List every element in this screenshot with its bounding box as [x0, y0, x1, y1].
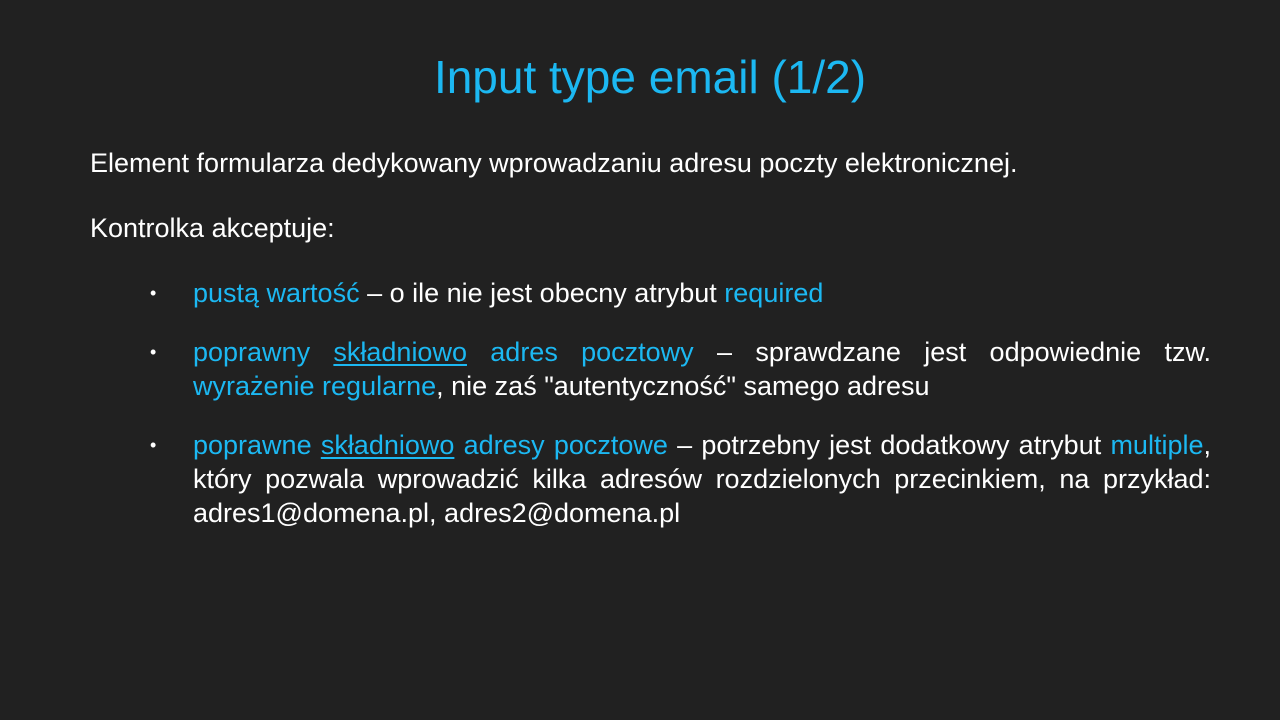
list-item-valid-address: poprawny składniowo adres pocztowy – spr…	[150, 335, 1212, 403]
term-valid-address-c: adres pocztowy	[466, 337, 694, 367]
term-syntactically-link[interactable]: składniowo	[321, 430, 455, 460]
term-syntactically-link[interactable]: składniowo	[333, 337, 467, 367]
bullet-text: , nie zaś "autentyczność" samego adresu	[436, 371, 930, 401]
accepted-values-list: pustą wartość – o ile nie jest obecny at…	[150, 276, 1212, 530]
term-valid-address-a: poprawny	[193, 337, 334, 367]
slide-title: Input type email (1/2)	[433, 51, 867, 103]
slide: Input type email (1/2) Element formularz…	[0, 0, 1280, 720]
bullet-text: – sprawdzane jest odpowiednie tzw.	[693, 337, 1212, 367]
attr-multiple: multiple	[1110, 430, 1204, 460]
list-item-empty-value: pustą wartość – o ile nie jest obecny at…	[150, 276, 1211, 310]
bullet-text: – o ile nie jest obecny atrybut	[359, 278, 725, 308]
list-item-valid-addresses: poprawne składniowo adresy pocztowe – po…	[150, 428, 1211, 530]
term-regular-expression: wyrażenie regularne	[193, 371, 437, 401]
intro-text: Element formularza dedykowany wprowadzan…	[90, 148, 1018, 178]
term-empty-value: pustą wartość	[193, 278, 360, 308]
accepts-label: Kontrolka akceptuje:	[90, 213, 335, 243]
term-valid-addresses-c: adresy pocztowe	[454, 430, 668, 460]
attr-required: required	[724, 278, 824, 308]
term-valid-addresses-a: poprawne	[193, 430, 321, 460]
bullet-text: – potrzebny jest dodatkowy atrybut	[667, 430, 1111, 460]
